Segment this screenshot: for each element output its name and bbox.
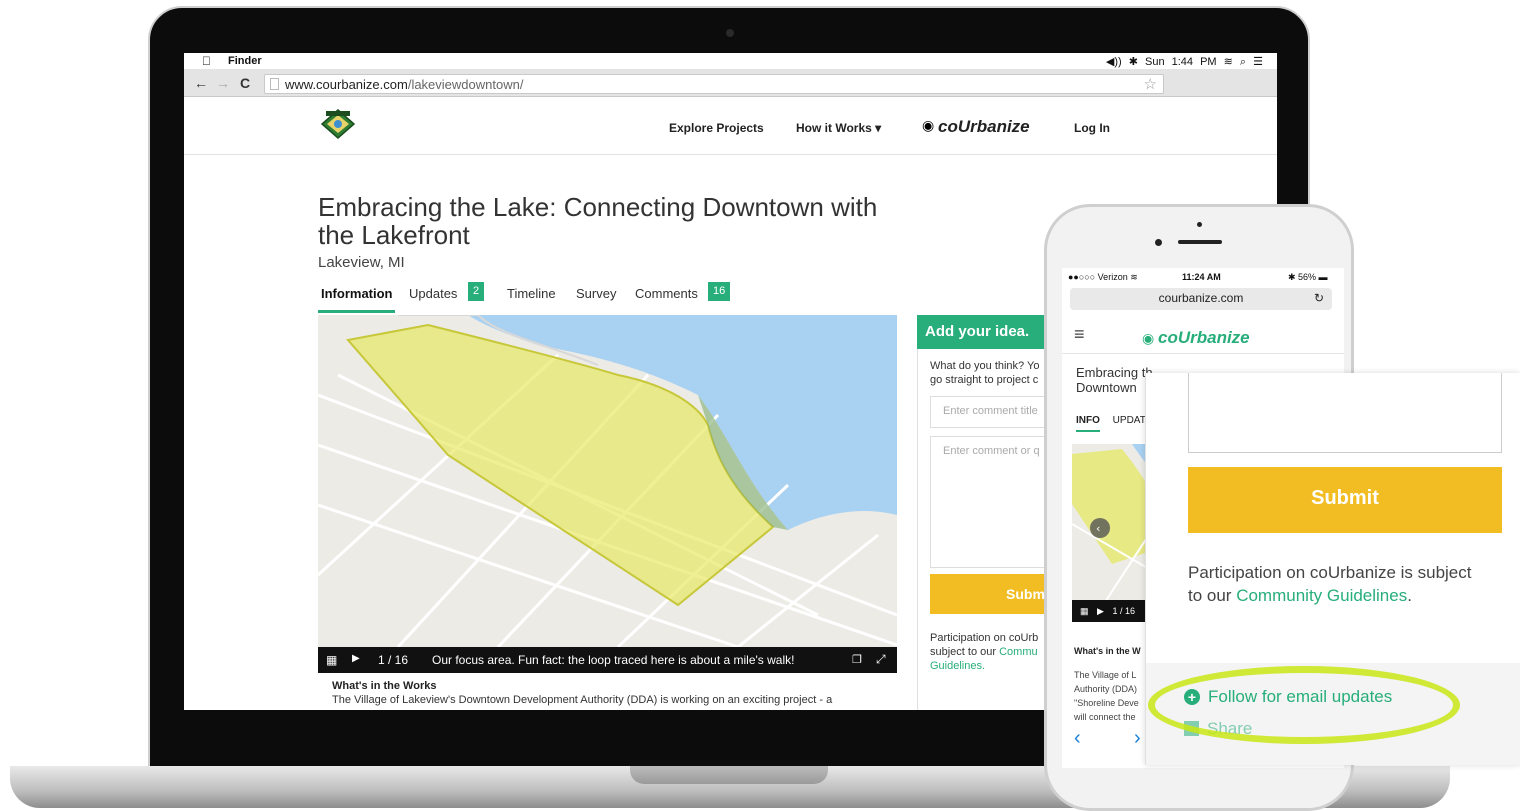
phone-grid-icon[interactable]: ▦ xyxy=(1080,606,1089,616)
phone-slide-counter: 1 / 16 xyxy=(1112,606,1135,616)
phone-forward-icon[interactable]: › xyxy=(1134,727,1141,750)
zoom-participation-note: Participation on coUrbanize is subject t… xyxy=(1188,561,1478,607)
participation-note: Participation on coUrb subject to our Co… xyxy=(930,631,1060,673)
zoom-comment-textarea[interactable] xyxy=(1188,373,1502,453)
project-map[interactable] xyxy=(318,315,897,647)
laptop-camera xyxy=(726,29,734,37)
bookmark-star-icon[interactable]: ☆ xyxy=(1144,75,1157,93)
phone-reload-icon[interactable]: ↻ xyxy=(1314,291,1324,305)
phone-camera xyxy=(1155,239,1162,246)
phone-brand-logo[interactable]: coUrbanize xyxy=(1158,328,1250,348)
slide-counter: 1 / 16 xyxy=(378,653,409,667)
tab-timeline[interactable]: Timeline xyxy=(507,286,556,301)
address-bar[interactable]: www.courbanize.com/lakeviewdowntown/ ☆ xyxy=(264,74,1164,94)
phone-back-icon[interactable]: ‹ xyxy=(1074,727,1081,750)
updates-count-badge: 2 xyxy=(468,282,485,301)
zoom-community-guidelines-link[interactable]: Community Guidelines xyxy=(1236,586,1407,605)
forward-icon[interactable]: → xyxy=(216,75,230,91)
laptop-notch xyxy=(630,766,828,784)
back-icon[interactable]: ← xyxy=(194,75,208,91)
phone-status-bar: ●●○○○ Verizon ≋ 11:24 AM ✱ 56% ▬ xyxy=(1062,268,1344,286)
add-idea-prompt-line1: What do you think? Yo xyxy=(930,360,1040,372)
url-path: /lakeviewdowntown/ xyxy=(407,77,524,92)
community-guidelines-link[interactable]: Commu xyxy=(999,646,1038,658)
battery-status: ✱ 56% ▬ xyxy=(1288,272,1328,282)
reload-icon[interactable]: C xyxy=(240,75,250,91)
phone-sensor xyxy=(1197,222,1202,227)
phone-clock: 11:24 AM xyxy=(1182,272,1221,282)
brand-logo[interactable]: coUrbanize xyxy=(938,117,1030,137)
menu-app-name[interactable]: Finder xyxy=(228,55,262,67)
highlight-ellipse xyxy=(1148,666,1460,744)
menu-status-items: ◀)) ✱ Sun 1:44 PM ≋ ⌕ ☰ xyxy=(1105,56,1263,68)
nav-how-it-works[interactable]: How it Works ▾ xyxy=(796,121,881,135)
add-idea-prompt-line2: go straight to project c xyxy=(930,374,1039,386)
phone-brand-pin-icon: ◉ xyxy=(1142,330,1155,346)
play-icon[interactable]: ▶ xyxy=(352,653,360,664)
site-navbar: Explore Projects How it Works ▾ ◉ coUrba… xyxy=(184,97,1277,155)
guidelines-link-cont[interactable]: Guidelines. xyxy=(930,659,1060,673)
phone-navbar: ≡ ◉ coUrbanize xyxy=(1062,316,1344,354)
comments-count-badge: 16 xyxy=(708,282,731,301)
popout-icon[interactable]: ❐ xyxy=(852,653,862,666)
phone-play-icon[interactable]: ▶ xyxy=(1097,606,1104,616)
slide-caption: Our focus area. Fun fact: the loop trace… xyxy=(432,653,795,667)
participation-line1: Participation on coUrb xyxy=(930,632,1039,644)
phone-address-bar[interactable]: courbanize.com ↻ xyxy=(1070,288,1332,310)
hamburger-menu-icon[interactable]: ≡ xyxy=(1074,324,1085,345)
active-tab-indicator xyxy=(318,310,395,313)
tab-updates[interactable]: Updates xyxy=(409,286,457,301)
carrier-label: ●●○○○ Verizon ≋ xyxy=(1068,272,1138,282)
nav-explore-projects[interactable]: Explore Projects xyxy=(669,121,764,135)
browser-toolbar: ← → C www.courbanize.com/lakeviewdowntow… xyxy=(184,69,1277,97)
phone-speaker xyxy=(1178,240,1222,244)
map-graphic xyxy=(318,315,897,647)
whats-in-works-title: What's in the Works xyxy=(332,680,437,692)
phone-tab-updates[interactable]: UPDAT xyxy=(1113,415,1146,426)
phone-url: courbanize.com xyxy=(1158,291,1244,305)
nav-log-in[interactable]: Log In xyxy=(1074,121,1110,135)
phone-tab-info[interactable]: INFO xyxy=(1076,415,1100,432)
tab-survey[interactable]: Survey xyxy=(576,286,616,301)
lakeview-logo-icon[interactable] xyxy=(320,108,356,140)
svg-text:‹: ‹ xyxy=(1096,522,1100,535)
participation-line2: subject to our xyxy=(930,646,1000,658)
tab-comments[interactable]: Comments xyxy=(635,286,698,301)
brand-pin-icon: ◉ xyxy=(922,117,935,133)
project-location: Lakeview, MI xyxy=(318,254,405,271)
zoom-participation-suffix: . xyxy=(1407,586,1412,605)
fullscreen-icon[interactable]: ⤢ xyxy=(876,652,886,667)
tab-information[interactable]: Information xyxy=(321,286,393,301)
zoom-submit-button[interactable]: Submit xyxy=(1188,467,1502,533)
map-caption-bar: ▦ ▶ 1 / 16 Our focus area. Fun fact: the… xyxy=(318,647,897,673)
add-idea-prompt: What do you think? Yo go straight to pro… xyxy=(930,359,1050,387)
whats-in-works-text: The Village of Lakeview's Downtown Devel… xyxy=(332,694,833,706)
project-title: Embracing the Lake: Connecting Downtown … xyxy=(318,192,878,250)
grid-icon[interactable]: ▦ xyxy=(326,653,337,667)
mac-menu-bar:  Finder ◀)) ✱ Sun 1:44 PM ≋ ⌕ ☰ xyxy=(184,53,1277,69)
apple-icon[interactable]:  xyxy=(202,54,211,68)
url-domain: www.courbanize.com xyxy=(285,77,408,92)
phone-tabs: INFO UPDAT xyxy=(1076,415,1146,432)
page-icon xyxy=(270,78,279,90)
